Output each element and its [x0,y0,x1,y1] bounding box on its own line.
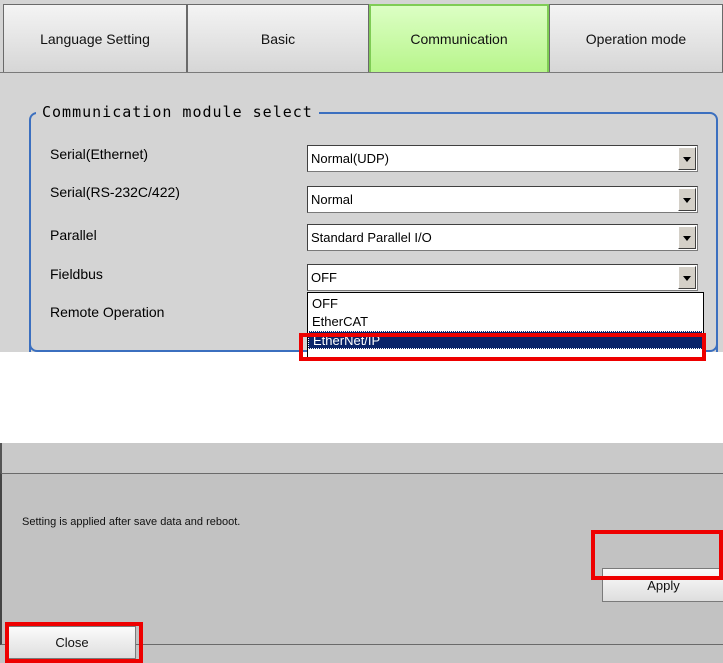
tab-language-setting[interactable]: Language Setting [3,4,187,72]
chevron-down-icon[interactable] [678,226,696,249]
footer-strip [0,443,723,473]
reboot-note: Setting is applied after save data and r… [22,516,241,528]
chevron-down-icon[interactable] [678,266,696,289]
chevron-down-icon[interactable] [678,147,696,170]
highlight-ethernet-ip [299,333,706,361]
dropdown-option-off[interactable]: OFF [308,295,703,313]
tab-communication[interactable]: Communication [369,4,549,72]
parallel-select[interactable]: Standard Parallel I/O [307,224,698,251]
serial-ethernet-select[interactable]: Normal(UDP) [307,145,698,172]
fieldbus-label: Fieldbus [50,266,103,282]
fieldbus-select[interactable]: OFF [307,264,698,291]
highlight-apply [591,530,723,580]
highlight-close [5,622,143,663]
tab-divider [0,72,723,73]
group-border-bottom [29,338,314,352]
serial-ethernet-label: Serial(Ethernet) [50,146,149,162]
parallel-label: Parallel [50,227,97,243]
tab-bar: Language Setting Basic Communication Ope… [0,0,723,74]
serial-ethernet-value: Normal(UDP) [311,151,389,166]
serial-rs232-value: Normal [311,192,353,207]
serial-rs232-label: Serial(RS-232C/422) [50,184,180,200]
tab-operation-mode[interactable]: Operation mode [549,4,723,72]
serial-rs232-select[interactable]: Normal [307,186,698,213]
fieldbus-value: OFF [311,270,337,285]
group-title: Communication module select [36,103,319,121]
chevron-down-icon[interactable] [678,188,696,211]
remote-operation-label: Remote Operation [50,304,165,320]
tab-basic[interactable]: Basic [187,4,369,72]
parallel-value: Standard Parallel I/O [311,230,432,245]
dropdown-option-ethercat[interactable]: EtherCAT [308,313,703,331]
